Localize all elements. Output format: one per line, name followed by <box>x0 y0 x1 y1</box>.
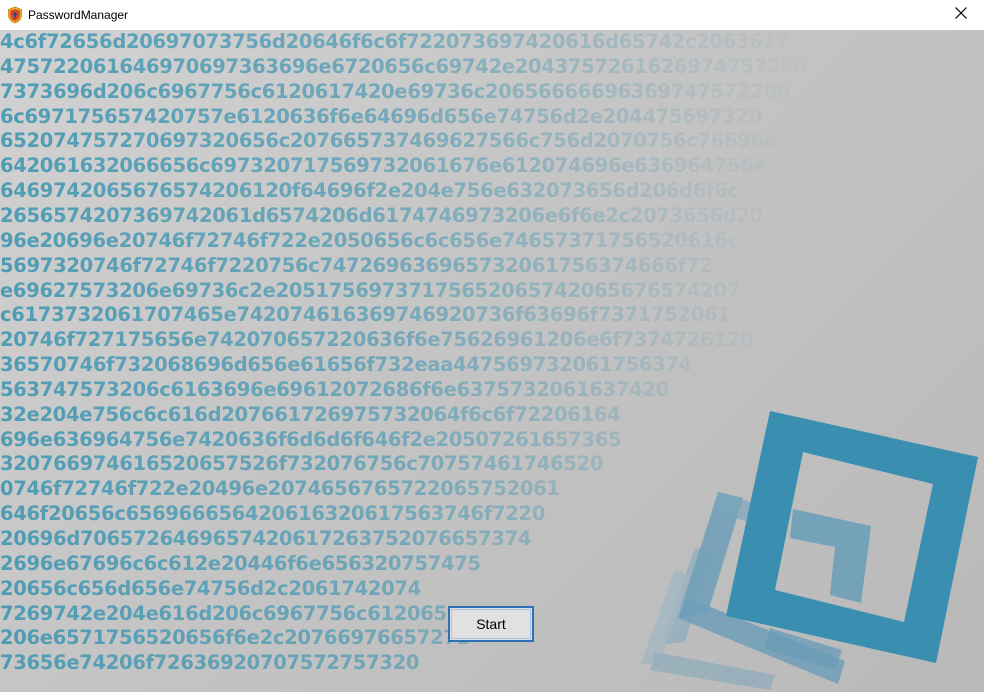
hex-line: 96e20696e20746f72746f722e2050656c6c656e7… <box>0 229 900 254</box>
password-manager-window: PasswordManager 4c6f72656d20697073756d20… <box>0 0 984 692</box>
shield-icon <box>7 6 23 24</box>
hex-line: c6173732061707465e742074616369746920736f… <box>0 303 900 328</box>
hex-line: 6469742065676574206120f64696f2e204e756e6… <box>0 179 900 204</box>
hex-line: 2656574207369742061d6574206d617474697320… <box>0 204 900 229</box>
close-icon <box>955 6 967 24</box>
hex-line: 6c697175657420757e6120636f6e64696d656e74… <box>0 105 900 130</box>
hex-line: 36570746f732068696d656e61656f732eaa44756… <box>0 353 900 378</box>
hex-line: 642061632066656c697320717569732061676e61… <box>0 154 900 179</box>
title-bar[interactable]: PasswordManager <box>0 0 984 30</box>
close-button[interactable] <box>938 0 984 30</box>
hex-line: 4c6f72656d20697073756d20646f6c6f72207369… <box>0 30 900 55</box>
hex-line: 652074757270697320656c207665737469627566… <box>0 129 900 154</box>
main-panel: 4c6f72656d20697073756d20646f6c6f72207369… <box>0 30 984 692</box>
hex-line: 7373696d206c6967756c6120617420e69736c206… <box>0 80 900 105</box>
hex-line: 5697320746f72746f7220756c747269636965732… <box>0 254 900 279</box>
app-logo <box>640 411 978 690</box>
hex-line: 475722061646970697363696e6720656c69742e2… <box>0 55 900 80</box>
start-button[interactable]: Start <box>448 606 534 642</box>
hex-line: 20746f727175656e742070657220636f6e756269… <box>0 328 900 353</box>
hex-line: e69627573206e69736c2e2051756973717565206… <box>0 279 900 304</box>
window-title: PasswordManager <box>28 8 129 22</box>
